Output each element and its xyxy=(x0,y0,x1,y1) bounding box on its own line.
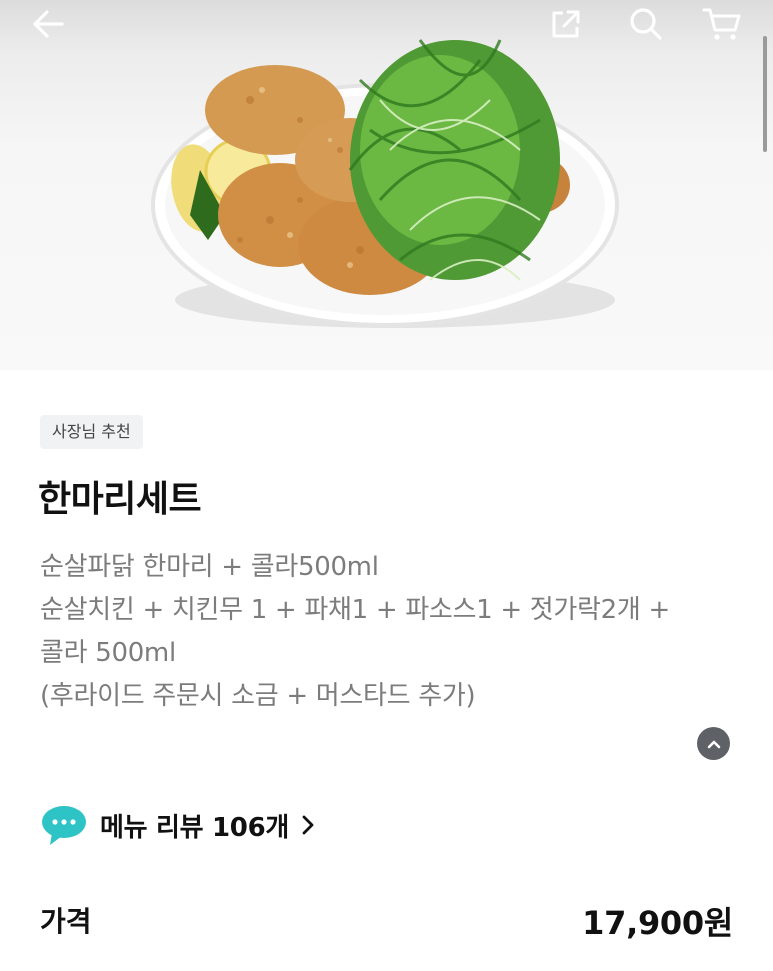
search-icon xyxy=(630,8,662,40)
back-button[interactable] xyxy=(24,0,72,48)
description-line: 순살파닭 한마리 + 콜라500ml xyxy=(40,552,379,582)
chevron-up-icon xyxy=(707,740,720,748)
collapse-description-button[interactable] xyxy=(697,727,730,760)
chat-bubble-icon xyxy=(42,806,86,845)
price-label: 가격 xyxy=(40,905,92,938)
share-icon xyxy=(552,10,580,38)
description-line: 순살치킨 + 치킨무 1 + 파채1 + 파소스1 + 젓가락2개 + xyxy=(40,595,670,625)
chevron-right-icon xyxy=(302,815,314,835)
price-value: 17,900원 xyxy=(582,904,733,942)
scroll-indicator xyxy=(763,36,767,152)
share-button[interactable] xyxy=(542,0,590,48)
menu-review-label: 메뉴 리뷰 106개 xyxy=(100,812,289,843)
description-line: 콜라 500ml xyxy=(40,638,176,668)
menu-hero-image xyxy=(0,0,773,370)
cart-icon xyxy=(702,8,741,40)
search-button[interactable] xyxy=(622,0,670,48)
arrow-left-icon xyxy=(33,10,64,38)
menu-title: 한마리세트 xyxy=(38,479,202,520)
owner-recommend-badge: 사장님 추천 xyxy=(40,415,143,449)
menu-review-link[interactable]: 메뉴 리뷰 106개 xyxy=(40,802,315,848)
description-line: (후라이드 주문시 소금 + 머스타드 추가) xyxy=(40,681,476,711)
menu-description: 순살파닭 한마리 + 콜라500ml 순살치킨 + 치킨무 1 + 파채1 + … xyxy=(40,546,740,718)
top-navigation-bar xyxy=(0,0,773,60)
cart-button[interactable] xyxy=(698,0,746,48)
